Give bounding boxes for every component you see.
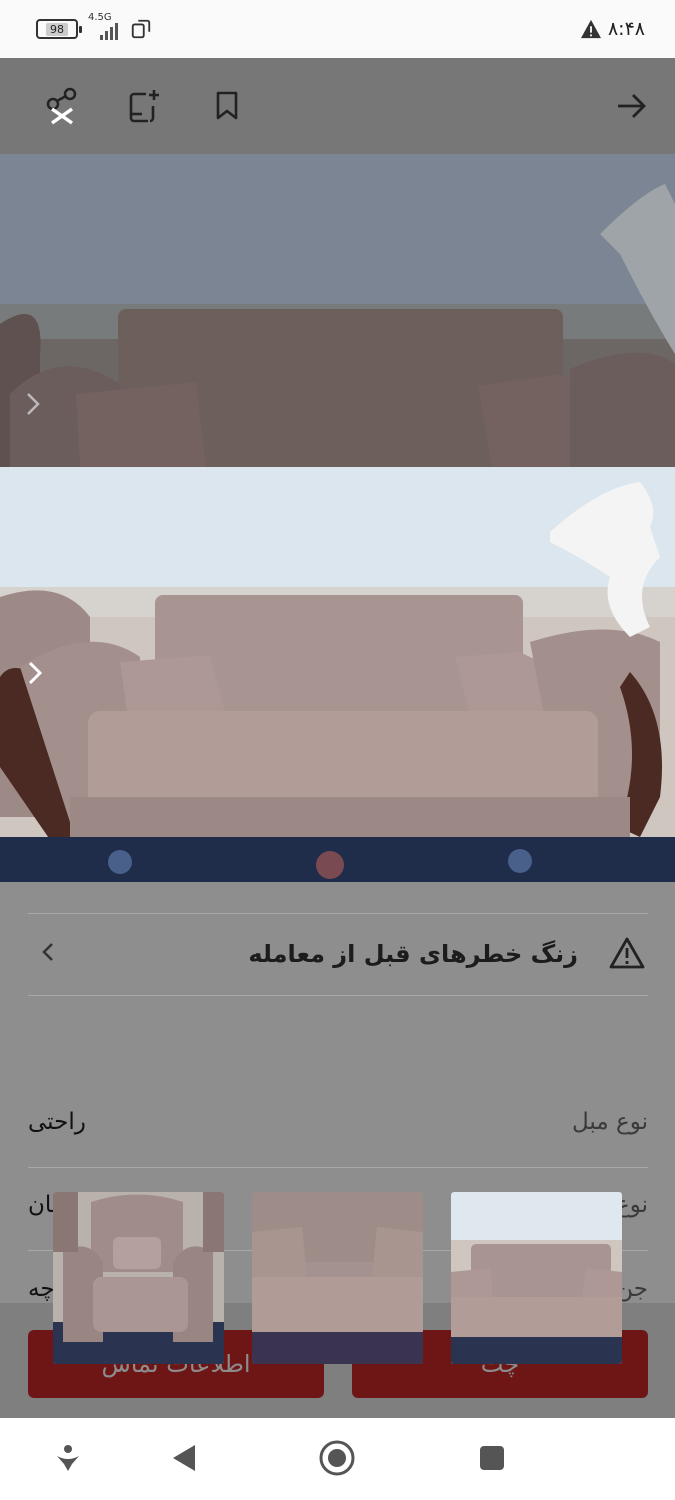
back-arrow-icon (618, 94, 646, 118)
thumbnail-sofa-full[interactable] (451, 1192, 622, 1364)
warning-triangle-icon (609, 937, 645, 969)
nav-home-icon (319, 1440, 355, 1476)
thumbnail-strip (0, 1192, 675, 1364)
battery-icon: 98 (36, 19, 82, 39)
nav-back-button[interactable] (164, 1438, 204, 1478)
sofa-full-image (451, 1192, 622, 1364)
nav-home-button[interactable] (317, 1438, 357, 1478)
listing-photo-previous[interactable] (0, 154, 675, 467)
battery-level: 98 (46, 22, 68, 36)
nav-back-icon (173, 1445, 195, 1471)
nav-recents-icon (480, 1446, 504, 1470)
divider (28, 995, 648, 996)
network-label: 4.5G (88, 12, 112, 23)
back-button[interactable] (612, 86, 652, 126)
attribute-key: نوع مبل (572, 1109, 648, 1135)
share-icon (46, 87, 77, 125)
top-bar (0, 58, 675, 154)
clock: ۸:۴۸ (607, 18, 645, 40)
sofa-photo (0, 154, 675, 467)
thumbnail-armchair[interactable] (53, 1192, 224, 1364)
status-right: ۸:۴۸ (580, 18, 645, 40)
sofa-closeup-image (252, 1192, 423, 1364)
chevron-left-icon (42, 943, 53, 961)
attribute-value: راحتی (28, 1109, 86, 1135)
add-note-icon (129, 90, 159, 123)
assistant-icon (57, 1445, 79, 1471)
attribute-row: نوع مبل راحتی (28, 1085, 648, 1167)
screen: 98 4.5G ۸:۴۸ زنگ خطرهای قبل از معامله نو… (0, 0, 675, 1500)
bookmark-button[interactable] (207, 86, 247, 126)
assistant-button[interactable] (48, 1438, 88, 1478)
signal-icon (100, 22, 118, 40)
listing-photo-current[interactable] (0, 467, 675, 882)
network-indicator: 4.5G (88, 12, 118, 40)
status-bar: 98 4.5G ۸:۴۸ (0, 0, 675, 58)
auto-rotate-icon (131, 19, 151, 39)
thumbnail-sofa-closeup[interactable] (252, 1192, 423, 1364)
safety-warning-text: زنگ خطرهای قبل از معامله (248, 940, 578, 968)
nav-recents-button[interactable] (472, 1438, 512, 1478)
share-button[interactable] (42, 86, 82, 126)
content-area: زنگ خطرهای قبل از معامله نوع مبل راحتی ن… (0, 58, 675, 1418)
add-note-button[interactable] (124, 86, 164, 126)
alert-icon (580, 19, 601, 39)
navigation-bar (0, 1418, 675, 1500)
safety-warning-row[interactable]: زنگ خطرهای قبل از معامله (28, 914, 648, 994)
sofa-photo-main (0, 467, 675, 882)
armchair-image (53, 1192, 224, 1364)
bookmark-icon (216, 91, 238, 120)
